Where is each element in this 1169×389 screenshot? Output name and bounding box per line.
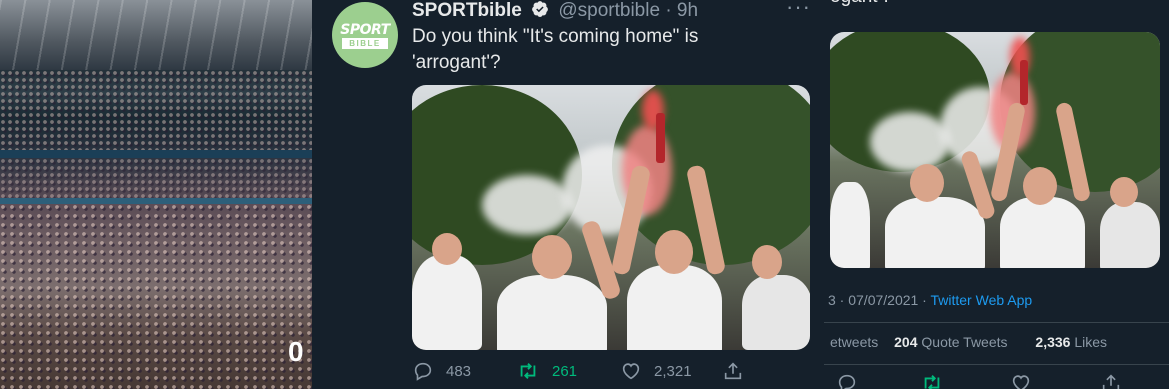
- overlay-character: 0: [288, 336, 304, 367]
- tweet-detail-panel: ogant'? 3 · 07/07/2021 · Twitter Web App: [824, 0, 1169, 389]
- cut-off-tweet-text: ogant'?: [830, 0, 892, 8]
- verified-icon: [531, 0, 549, 24]
- reply-count: 483: [446, 362, 472, 380]
- fans-photo: [412, 85, 810, 350]
- likes-label: Likes: [1074, 334, 1108, 350]
- detail-like-button[interactable]: [1010, 372, 1032, 389]
- tweet-text-line-1: Do you think "It's coming home" is: [412, 26, 699, 47]
- avatar-logo-subtext: BIBLE: [342, 38, 388, 49]
- tweet-time[interactable]: 9h: [677, 0, 698, 21]
- detail-retweet-button[interactable]: [920, 372, 944, 389]
- retweet-icon: [520, 363, 536, 379]
- tweet-card[interactable]: SPORT BIBLE SPORTbible @sportbible · 9h …: [312, 0, 824, 389]
- like-button[interactable]: 2,321: [620, 360, 692, 382]
- middle-crowd: [0, 158, 312, 198]
- engagement-stats: etweets 204 Quote Tweets 2,336 Likes: [830, 334, 1131, 350]
- tweet-text: Do you think "It's coming home" is 'arro…: [412, 24, 792, 76]
- stadium-roof: [0, 0, 312, 70]
- reply-icon: [838, 374, 856, 389]
- lower-crowd: [0, 204, 312, 389]
- tweet-meta: 3 · 07/07/2021 · Twitter Web App: [828, 292, 1032, 308]
- tweet-text-line-2: 'arrogant'?: [412, 52, 501, 73]
- likes-count: 2,336: [1035, 334, 1071, 350]
- detail-photo[interactable]: [830, 32, 1160, 268]
- retweet-button[interactable]: 261: [516, 360, 577, 382]
- divider-2: [824, 364, 1169, 365]
- detail-share-button[interactable]: [1100, 372, 1122, 389]
- source-app-link[interactable]: Twitter Web App: [930, 292, 1032, 308]
- like-count: 2,321: [654, 362, 692, 380]
- separator-dot: ·: [665, 0, 672, 21]
- retweet-count: 261: [552, 362, 578, 380]
- upper-tier-band: [0, 150, 312, 158]
- share-icon: [724, 362, 742, 380]
- fans-photo-zoomed: [830, 32, 1160, 268]
- quote-label: Quote Tweets: [921, 334, 1008, 350]
- reply-icon: [414, 362, 432, 381]
- stadium-photo: 0: [0, 0, 312, 389]
- share-button[interactable]: [722, 360, 756, 382]
- tweet-actions: 483 261 2,321: [412, 360, 752, 386]
- likes-stat[interactable]: 2,336 Likes: [1035, 334, 1119, 350]
- upper-crowd: [0, 70, 312, 150]
- account-name[interactable]: SPORTbible: [412, 0, 522, 21]
- more-options-button[interactable]: ···: [786, 0, 811, 20]
- avatar[interactable]: SPORT BIBLE: [332, 2, 398, 68]
- avatar-logo-text: SPORT: [340, 22, 390, 38]
- retweets-stat[interactable]: etweets: [830, 334, 878, 350]
- tweet-photo[interactable]: [412, 85, 810, 350]
- share-icon: [1102, 374, 1120, 389]
- retweet-icon: [924, 375, 940, 389]
- tweet-header: SPORTbible @sportbible · 9h: [412, 0, 698, 24]
- like-icon: [622, 363, 640, 380]
- detail-reply-button[interactable]: [836, 372, 858, 389]
- reply-button[interactable]: 483: [412, 360, 471, 382]
- quote-count: 204: [894, 334, 918, 350]
- divider: [824, 322, 1169, 323]
- quote-tweets-stat[interactable]: 204 Quote Tweets: [894, 334, 1019, 350]
- like-icon: [1012, 375, 1030, 389]
- tweet-date: 3 · 07/07/2021 ·: [828, 292, 931, 308]
- account-handle[interactable]: @sportbible: [558, 0, 660, 21]
